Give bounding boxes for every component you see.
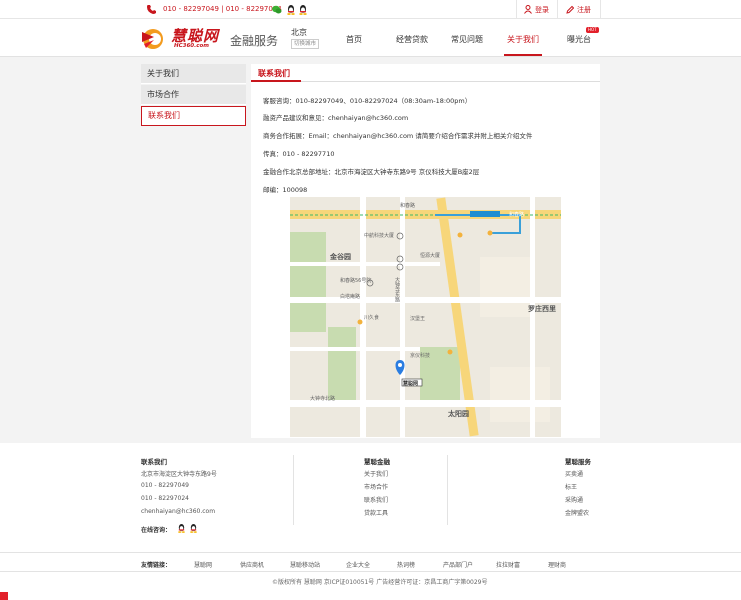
divider bbox=[251, 81, 600, 82]
hot-badge: HOT bbox=[586, 27, 599, 33]
divider bbox=[447, 455, 448, 525]
user-icon bbox=[524, 5, 532, 14]
content-panel: 联系我们 客服咨询：010-82297049、010-82297024（08:3… bbox=[251, 64, 600, 438]
map-label-road: 大钟寺北路 bbox=[310, 396, 336, 402]
footer-phone: 010 - 82297024 bbox=[141, 495, 189, 502]
footer-link-market[interactable]: 市场合作 bbox=[364, 482, 388, 491]
friend-link[interactable]: 拉拉财富 bbox=[496, 560, 520, 569]
friend-links-label: 友情链接： bbox=[141, 562, 172, 569]
footer-hc-finance-title: 慧聪金融 bbox=[364, 458, 390, 466]
divider bbox=[0, 552, 741, 553]
switch-city-button[interactable]: 切换城市 bbox=[291, 39, 320, 49]
postcode-line: 邮编：100098 bbox=[263, 186, 308, 194]
top-bar: 010 - 82297049 | 010 - 82297024 登录 注册 bbox=[0, 0, 741, 19]
divider bbox=[600, 0, 601, 19]
current-city: 北京 bbox=[291, 28, 307, 37]
footer-hc-service-title: 慧聪服务 bbox=[565, 458, 591, 466]
map-label-poi: 川久食 bbox=[364, 315, 380, 321]
footer-link-gold[interactable]: 金牌盟农 bbox=[565, 508, 589, 517]
hotline-text: 010 - 82297049 | 010 - 82297024 bbox=[163, 5, 282, 13]
friend-link[interactable]: 企业大全 bbox=[346, 560, 370, 569]
sidebar-item-contact[interactable]: 联系我们 bbox=[141, 106, 246, 126]
phone-icon bbox=[147, 5, 156, 14]
header: 慧聪网 HC360.com 金融服务 北京 切换城市 首页 经营贷款 常见问题 … bbox=[0, 19, 741, 57]
qq-icon[interactable] bbox=[286, 4, 296, 15]
map-label-luozhuang: 罗庄西里 bbox=[528, 305, 556, 313]
customer-service-line: 客服咨询：010-82297049、010-82297024（08:30am-1… bbox=[263, 97, 472, 105]
nav-about-us[interactable]: 关于我们 bbox=[507, 34, 539, 45]
footer-email: chenhaiyan@hc360.com bbox=[141, 508, 216, 515]
footer-link-loan-tools[interactable]: 贷款工具 bbox=[364, 508, 388, 517]
qq-icon[interactable] bbox=[189, 523, 198, 533]
map-marker-label[interactable]: 慧聪网 bbox=[403, 380, 418, 387]
sidebar-item-market[interactable]: 市场合作 bbox=[141, 85, 246, 105]
map-label-poi: 京仪科技 bbox=[410, 353, 431, 359]
nav-faq[interactable]: 常见问题 bbox=[451, 34, 483, 45]
footer-link-contact[interactable]: 联系我们 bbox=[364, 495, 388, 504]
online-consult-label: 在线咨询： bbox=[141, 527, 172, 534]
divider bbox=[293, 455, 294, 525]
friend-link[interactable]: 热词榜 bbox=[397, 560, 415, 569]
footer-phone: 010 - 82297049 bbox=[141, 482, 189, 489]
map-label-poi: 恒源大厦 bbox=[420, 253, 441, 259]
footer-contact-title: 联系我们 bbox=[141, 458, 167, 466]
sidebar-item-about[interactable]: 关于我们 bbox=[141, 64, 246, 84]
suggestion-email-line: 融资产品建议和意见：chenhaiyan@hc360.com bbox=[263, 114, 409, 122]
map-label-poi: 和春路56号院 bbox=[340, 278, 372, 284]
map-label-road: 大钟寺东路 bbox=[394, 277, 400, 302]
nav-business-loan[interactable]: 经营贷款 bbox=[396, 34, 428, 45]
footer-link-biaowang[interactable]: 标王 bbox=[565, 482, 577, 491]
page-title: 联系我们 bbox=[258, 69, 290, 78]
pencil-icon bbox=[566, 5, 574, 14]
fax-line: 传真：010 - 82297710 bbox=[263, 150, 335, 158]
copyright-text: ©版权所有 慧聪网 京ICP证010051号 广告经营许可证：京昌工商广字第00… bbox=[272, 579, 488, 586]
logo-subtext: HC360.com bbox=[174, 43, 209, 49]
register-link[interactable]: 注册 bbox=[577, 5, 591, 15]
address-line: 金融合作北京总部地址：北京市海淀区大钟寺东路9号 京仪科技大厦B座2层 bbox=[263, 168, 480, 176]
nav-exposure[interactable]: 曝光台 bbox=[567, 34, 591, 45]
map-label-road: 和春路 bbox=[400, 203, 416, 209]
divider bbox=[557, 0, 558, 19]
divider bbox=[516, 0, 517, 19]
nav-home[interactable]: 首页 bbox=[346, 34, 362, 45]
site-title: 金融服务 bbox=[230, 34, 279, 48]
footer-link-maimaitong[interactable]: 买卖通 bbox=[565, 469, 583, 478]
friend-link[interactable]: 产品部门户 bbox=[443, 560, 473, 569]
map-label-road: 白塔庵路 bbox=[340, 294, 361, 300]
login-link[interactable]: 登录 bbox=[535, 5, 549, 15]
business-cooperation-line: 商务合作拓展：Email：chenhaiyan@hc360.com 请简要介绍合… bbox=[263, 132, 533, 140]
title-underline bbox=[251, 80, 301, 82]
friend-link[interactable]: 供应商机 bbox=[240, 560, 264, 569]
location-map[interactable]: 金谷园 罗庄西里 太阳园 和春路 和春路 白塔庵路 大钟寺东路 大钟寺北路 中航… bbox=[290, 197, 561, 437]
footer-link-about[interactable]: 关于我们 bbox=[364, 469, 388, 478]
map-label-poi: 中航科技大厦 bbox=[364, 233, 395, 239]
footer-link-caigoutong[interactable]: 采购通 bbox=[565, 495, 583, 504]
corner-widget[interactable] bbox=[0, 592, 8, 600]
active-nav-indicator bbox=[504, 54, 542, 56]
map-label-road: 和春路 bbox=[509, 212, 525, 218]
friend-link[interactable]: 慧聪网 bbox=[194, 560, 212, 569]
wechat-icon[interactable] bbox=[272, 4, 282, 15]
friend-link[interactable]: 慧聪移动站 bbox=[290, 560, 320, 569]
map-label-taiyangyuan: 太阳园 bbox=[448, 410, 469, 418]
qq-icon[interactable] bbox=[298, 4, 308, 15]
friend-link[interactable]: 理财商 bbox=[548, 560, 566, 569]
divider bbox=[0, 571, 741, 572]
qq-icon[interactable] bbox=[177, 523, 186, 533]
map-label-jinguyuan: 金谷园 bbox=[330, 253, 351, 261]
map-label-poi: 汉堡王 bbox=[410, 316, 426, 322]
footer-address: 北京市海淀区大钟寺东路9号 bbox=[141, 471, 217, 478]
